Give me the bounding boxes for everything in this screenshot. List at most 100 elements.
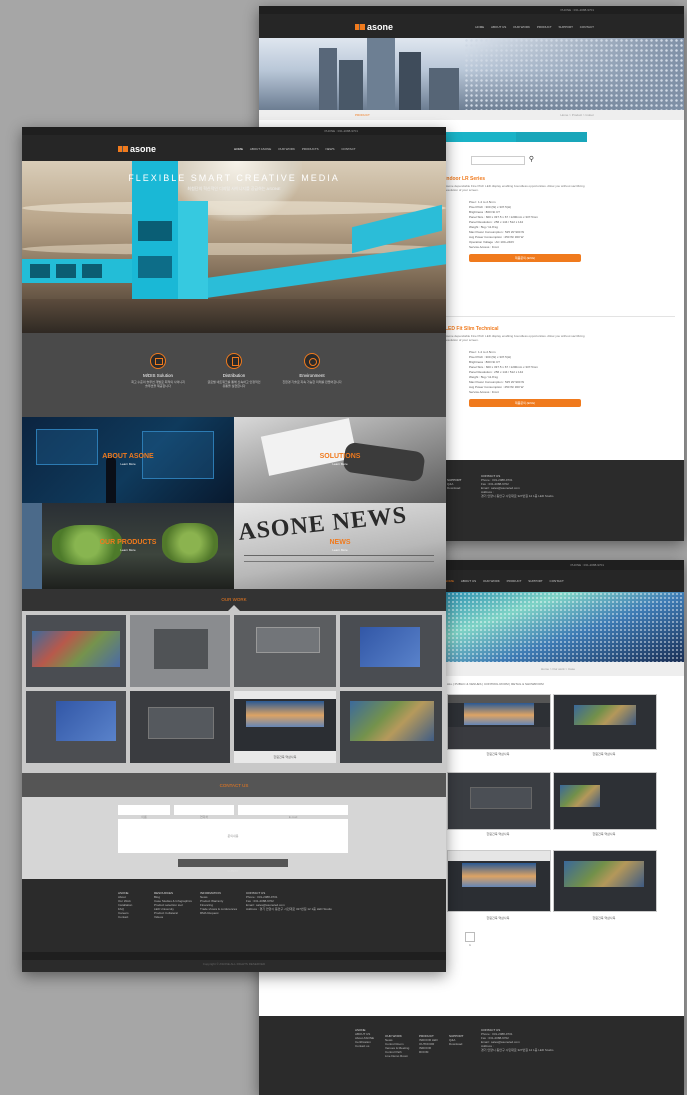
work-caption: 한림건축 역삼사옥: [486, 916, 510, 920]
tile-solutions-label: SOLUTIONS: [319, 453, 361, 460]
work-photo[interactable]: [447, 694, 551, 750]
gallery-photo-featured[interactable]: 한림건축 역삼사옥: [234, 691, 336, 763]
nav-home[interactable]: HOME: [445, 579, 454, 583]
phone-text: PHONE : 031-2088-9701: [560, 8, 594, 12]
product-1-desc: Asone dependable Fine Pitch LED display …: [445, 184, 585, 192]
footer-link[interactable]: Download: [449, 1042, 463, 1046]
tile-products[interactable]: OUR PRODUCTS Learn More: [22, 503, 234, 589]
search-box[interactable]: ⚲: [471, 156, 534, 165]
footer-contact-line: 경기 안양시 동안구 시민대로 327번길 12 1층 LED Studio: [481, 1048, 554, 1052]
tile-news-more[interactable]: Learn More: [234, 548, 446, 552]
nav-support[interactable]: SUPPORT: [558, 25, 572, 29]
nav-product[interactable]: PRODUCT: [537, 25, 552, 29]
nav-our-work[interactable]: OUR WORK: [513, 25, 530, 29]
feature-card: M/DIS Solution 최고 수준의 솔루션 개발로 최적의 사이니지 솔…: [130, 353, 186, 388]
work-photo[interactable]: [553, 850, 657, 912]
tile-about-more[interactable]: Learn More: [22, 462, 234, 466]
gallery-photo[interactable]: [26, 615, 126, 687]
submit-button[interactable]: SUBMIT: [178, 859, 288, 873]
footer-link[interactable]: Download: [447, 486, 461, 490]
nav-about[interactable]: ABOUT US: [491, 25, 506, 29]
gallery-photo[interactable]: [234, 615, 336, 687]
tile-products-more[interactable]: Learn More: [22, 548, 234, 552]
email-field[interactable]: E-mail: [238, 805, 348, 819]
logo[interactable]: asone: [355, 22, 393, 32]
tiles-grid: ABOUT ASONE Learn More SOLUTIONS Learn M…: [22, 417, 446, 589]
nav-contact[interactable]: CONTACT: [580, 25, 594, 29]
product-2-inquiry-button[interactable]: 제품문의 (ENG): [469, 399, 581, 407]
gallery-photo[interactable]: [340, 691, 442, 763]
globe-icon: [304, 353, 320, 369]
document-icon: [226, 353, 242, 369]
work-photo[interactable]: [447, 850, 551, 912]
nav-product[interactable]: PRODUCT: [507, 579, 522, 583]
nav-our-work[interactable]: OUR WORK: [278, 147, 295, 151]
pagination[interactable]: 1: [465, 932, 475, 947]
breadcrumb-title: PRODUCT: [355, 113, 370, 117]
footer-link[interactable]: Videos: [154, 915, 192, 919]
footer: ASONE About Our Work Installation FAQ Ca…: [22, 879, 446, 952]
message-textarea[interactable]: 문의내용: [118, 819, 348, 853]
logo[interactable]: asone: [118, 144, 156, 154]
nav-home[interactable]: HOME: [234, 147, 243, 151]
phone-bar: PHONE : 031-2088-9701: [22, 127, 446, 142]
work-caption: 한림건축 역삼사옥: [592, 916, 616, 920]
breadcrumb-path: Home > Product > Indoor: [560, 113, 594, 117]
features-band: M/DIS Solution 최고 수준의 솔루션 개발로 최적의 사이니지 솔…: [22, 333, 446, 417]
main-nav: HOME ABOUT ASONE OUR WORK PRODUCTS NEWS …: [234, 147, 356, 151]
product-1-inquiry-button[interactable]: 제품문의 (ENG): [469, 254, 581, 262]
name-field[interactable]: 이름: [118, 805, 170, 819]
tile-news-label: NEWS: [329, 539, 351, 546]
tab-outdoor[interactable]: OUTDOOR: [516, 132, 587, 146]
footer-link[interactable]: Live Demo Room: [385, 1054, 409, 1058]
footer-link[interactable]: RMA Request: [200, 911, 237, 915]
nav-support[interactable]: SUPPORT: [528, 579, 542, 583]
work-photo[interactable]: [553, 694, 657, 750]
footer-link[interactable]: ROOM: [419, 1050, 438, 1054]
feature-title: M/DIS Solution: [142, 373, 173, 378]
gallery-photo[interactable]: [340, 615, 442, 687]
spec-line: Service Access : Front: [469, 245, 499, 249]
footer-link[interactable]: Contact us: [355, 1044, 374, 1048]
search-icon: ⚲: [528, 156, 534, 163]
nav-our-work[interactable]: OUR WORK: [483, 579, 500, 583]
gallery-photo[interactable]: [130, 615, 230, 687]
gallery-photo[interactable]: [26, 691, 126, 763]
nav-products[interactable]: PRODUCTS: [302, 147, 319, 151]
footer-link[interactable]: Contact: [118, 915, 132, 919]
work-photo[interactable]: [553, 772, 657, 830]
nav-contact[interactable]: CONTACT: [341, 147, 355, 151]
tile-solutions[interactable]: SOLUTIONS Learn More: [234, 417, 446, 503]
breadcrumb-bar: PRODUCT Home > Product > Indoor: [259, 110, 684, 120]
footer-contact-line: Address : 경기 안양시 동안구 시민대로 327번길 12 1층 LE…: [246, 907, 332, 911]
work-photo[interactable]: [447, 772, 551, 830]
tile-news[interactable]: ASONE NEWS NEWS Learn More: [234, 503, 446, 589]
category-filter[interactable]: ALL | PUBLIC & VENUES | CONTROL ROOM | R…: [447, 682, 544, 686]
nav-about[interactable]: ABOUT US: [461, 579, 476, 583]
header: asone HOME ABOUT ASONE OUR WORK PRODUCTS…: [22, 135, 446, 161]
feature-desc: 글로벌 네트워크를 통해 신속하고 안정적인 유통을 실현합니다: [207, 380, 261, 388]
nav-home[interactable]: HOME: [475, 25, 484, 29]
nav-contact[interactable]: CONTACT: [550, 579, 564, 583]
hero-title: FLEXIBLE SMART CREATIVE MEDIA: [128, 173, 340, 183]
tile-about[interactable]: ABOUT ASONE Learn More: [22, 417, 234, 503]
phone-field[interactable]: 연락처: [174, 805, 234, 819]
product-2-title: LED Fit Slim Technical: [445, 326, 499, 332]
tab-indoor[interactable]: INDOOR: [445, 132, 516, 146]
product-2: LED Fit Slim Technical Asone dependable …: [445, 326, 595, 407]
feature-title: Environment: [299, 373, 325, 378]
banner-image: [259, 38, 684, 110]
nav-about[interactable]: ABOUT ASONE: [250, 147, 271, 151]
tile-solutions-more[interactable]: Learn More: [234, 462, 446, 466]
copyright-text: Copyright © ASONE ALL RIGHTS RESERVED: [202, 962, 266, 966]
gallery-photo[interactable]: [130, 691, 230, 763]
tile-products-label: OUR PRODUCTS: [99, 539, 157, 546]
contact-header: CONTACT US: [22, 773, 446, 797]
nav-news[interactable]: NEWS: [326, 147, 335, 151]
our-work-label: OUR WORK: [221, 597, 247, 602]
product-tabs: INDOOR OUTDOOR: [445, 132, 587, 146]
work-caption: 한림건축 역삼사옥: [486, 752, 510, 756]
work-caption: 한림건축 역삼사옥: [592, 832, 616, 836]
feature-desc: 친환경 기술로 지속 가능한 미래를 만들어갑니다: [282, 380, 342, 384]
footer-contact-line: 경기 안양시 동안구 시민대로 327번길 12 1층 LED Studio: [481, 494, 554, 498]
